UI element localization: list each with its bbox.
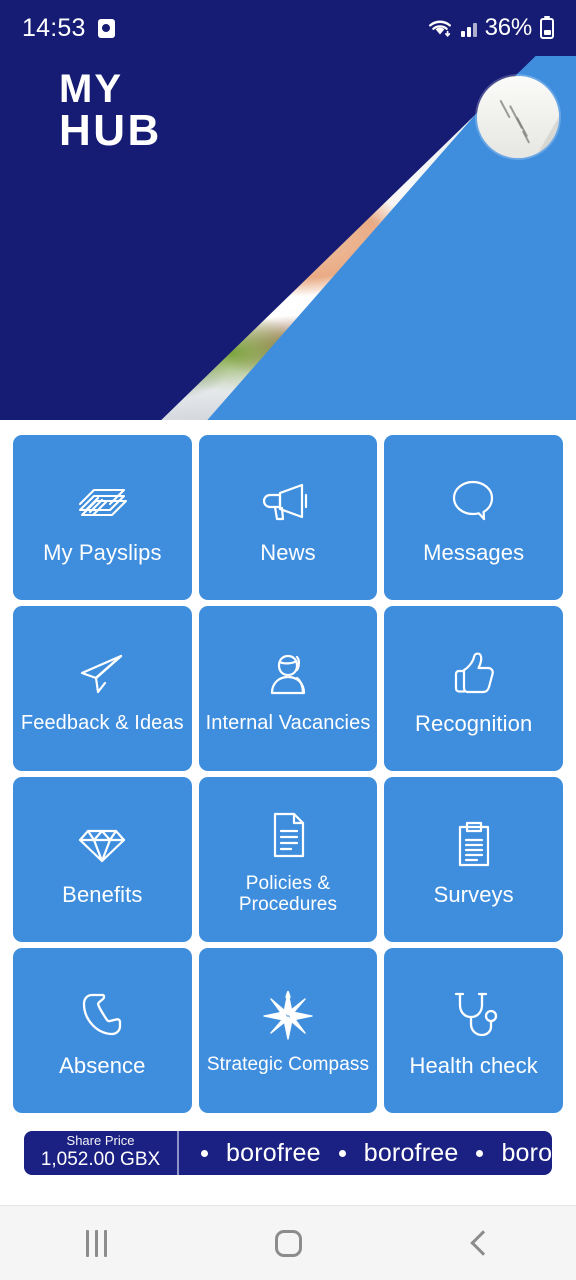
alarm-icon <box>97 18 115 38</box>
logo-line-1: MY <box>59 67 123 111</box>
banknotes-icon <box>74 471 130 533</box>
logo-line-2: HUB <box>59 106 162 156</box>
thumbs-up-icon <box>450 642 498 704</box>
tile-label: Messages <box>423 539 525 565</box>
home-icon <box>274 1229 302 1257</box>
ticker-feed: borofree borofree borofree <box>179 1131 552 1175</box>
tile-label: Feedback & Ideas <box>20 711 184 734</box>
battery-percent-label: 36% <box>484 14 533 41</box>
signal-bars-icon <box>461 19 477 37</box>
tile-label: Policies & Procedures <box>238 873 338 915</box>
tile-label: Recognition <box>415 710 533 736</box>
status-bar-right: 36% <box>427 14 554 42</box>
tile-feedback-ideas[interactable]: Feedback & Ideas <box>13 606 192 771</box>
ticker-item: borofree <box>226 1138 321 1167</box>
android-nav-bar <box>0 1205 576 1280</box>
ticker-bullet-icon <box>201 1149 208 1157</box>
person-icon <box>264 643 312 705</box>
tile-my-payslips[interactable]: My Payslips <box>13 435 192 600</box>
recents-icon <box>85 1229 107 1257</box>
tile-label: Benefits <box>62 881 143 907</box>
ticker-item: borofree <box>501 1138 552 1167</box>
stethoscope-icon <box>450 984 498 1046</box>
speech-bubble-icon <box>448 471 500 533</box>
tile-messages[interactable]: Messages <box>384 435 563 600</box>
bottom-spacer <box>0 1175 576 1205</box>
tile-absence[interactable]: Absence <box>13 948 192 1113</box>
app-logo: MY HUB <box>59 67 162 156</box>
clipboard-icon <box>453 813 495 875</box>
tile-label: Internal Vacancies <box>205 711 371 734</box>
ticker-bullet-icon <box>338 1149 346 1157</box>
tile-strategic-compass[interactable]: Strategic Compass <box>198 948 378 1113</box>
wifi-icon <box>427 18 453 38</box>
status-bar: 14:53 36% <box>0 0 576 56</box>
back-icon <box>470 1230 496 1256</box>
tile-news[interactable]: News <box>198 435 378 600</box>
back-button[interactable] <box>384 1230 576 1256</box>
hero-header: MY HUB <box>0 0 576 420</box>
phone-icon <box>79 984 125 1046</box>
tile-surveys[interactable]: Surveys <box>384 777 563 942</box>
compass-star-icon <box>262 985 314 1047</box>
ticker-bullet-icon <box>476 1149 484 1157</box>
diamond-icon <box>76 813 128 875</box>
megaphone-icon <box>262 471 314 533</box>
tile-label: News <box>260 539 316 565</box>
tile-label: Health check <box>409 1052 538 1078</box>
tile-recognition[interactable]: Recognition <box>384 606 563 771</box>
tile-label: Absence <box>59 1052 146 1078</box>
paper-plane-icon <box>77 643 127 705</box>
recents-button[interactable] <box>0 1229 192 1257</box>
ticker-item: borofree <box>363 1138 459 1167</box>
home-button[interactable] <box>192 1229 384 1257</box>
document-icon <box>267 804 309 866</box>
tile-label: Surveys <box>433 881 514 907</box>
share-price-ticker[interactable]: Share Price 1,052.00 GBX borofree borofr… <box>24 1131 552 1175</box>
status-bar-clock: 14:53 <box>22 13 86 42</box>
status-bar-left: 14:53 <box>22 14 115 43</box>
share-price-label: Share Price <box>66 1132 135 1148</box>
tile-grid: My Payslips News Messages Feedback & Ide… <box>0 426 576 1113</box>
tile-health-check[interactable]: Health check <box>384 948 563 1113</box>
tile-policies-procedures[interactable]: Policies & Procedures <box>198 777 378 942</box>
tile-label: Strategic Compass <box>206 1054 370 1076</box>
share-price-value: 1,052.00 GBX <box>40 1149 161 1171</box>
tile-label: My Payslips <box>43 539 162 565</box>
tile-benefits[interactable]: Benefits <box>13 777 192 942</box>
share-price-box: Share Price 1,052.00 GBX <box>24 1131 179 1175</box>
app-screen: 14:53 36% MY HUB My Payslips News Messag… <box>0 0 576 1280</box>
battery-icon <box>540 17 554 39</box>
avatar[interactable] <box>477 76 559 158</box>
tile-internal-vacancies[interactable]: Internal Vacancies <box>198 606 378 771</box>
